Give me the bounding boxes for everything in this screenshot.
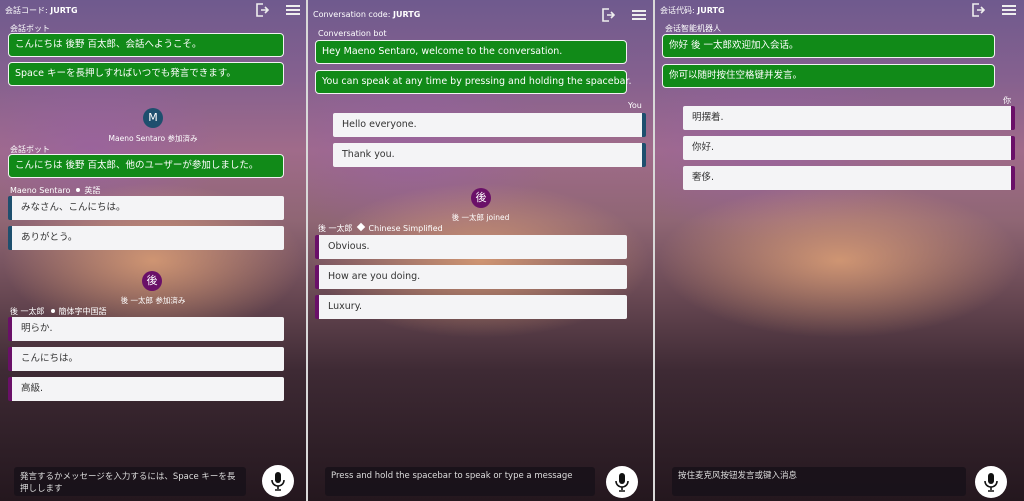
list-item: 高級.: [8, 377, 284, 401]
conversation-code: 会話コード: JURTG: [5, 6, 78, 15]
avatar: 後: [471, 188, 491, 208]
exit-icon[interactable]: [601, 8, 615, 22]
exit-icon[interactable]: [971, 3, 985, 17]
list-item: Thank you.: [333, 143, 646, 167]
message-input[interactable]: 按住麦克风按钮发言或键入消息: [672, 467, 966, 496]
list-item: How are you doing.: [315, 265, 627, 289]
bot-message: Hey Maeno Sentaro, welcome to the conver…: [315, 40, 627, 64]
title-bar: 会話コード: JURTG: [0, 0, 306, 22]
list-item: Hello everyone.: [333, 113, 646, 137]
message-input[interactable]: 発言するかメッセージを入力するには、Space キーを長押しします: [14, 467, 246, 496]
microphone-button[interactable]: [975, 466, 1007, 498]
avatar: M: [143, 108, 163, 128]
you-label: You: [628, 101, 642, 110]
bot-message: 你可以随时按住空格键并发言。: [662, 64, 995, 88]
list-item: 明らか.: [8, 317, 284, 341]
title-bar: Conversation code: JURTG: [308, 0, 653, 22]
list-item: ありがとう。: [8, 226, 284, 250]
joined-notice: 後 一太郎 joined: [451, 213, 510, 222]
conversation-panel-chinese: 会话代码: JURTG 会话智能机器人 你好 後 一太郎欢迎加入会话。 你可以随…: [655, 0, 1024, 501]
avatar: 後: [142, 271, 162, 291]
bot-name: Conversation bot: [318, 29, 387, 38]
sender-label: Maeno Sentaro 英語: [10, 186, 101, 195]
hamburger-menu-icon[interactable]: [1002, 5, 1016, 16]
bot-message: こんにちは 後野 百太郎、会話へようこそ。: [8, 33, 284, 57]
list-item: 明摆着.: [683, 106, 1015, 130]
microphone-button[interactable]: [606, 466, 638, 498]
sender-label: 後 一太郎 簡体字中国語: [10, 307, 107, 316]
message-input[interactable]: Press and hold the spacebar to speak or …: [325, 467, 595, 496]
bot-name: 会话智能机器人: [665, 24, 721, 33]
conversation-panel-english: Conversation code: JURTG Conversation bo…: [308, 0, 653, 501]
hamburger-menu-icon[interactable]: [632, 10, 646, 21]
list-item: 你好.: [683, 136, 1015, 160]
joined-notice: Maeno Sentaro 参加済み: [108, 134, 198, 143]
microphone-icon: [271, 472, 285, 491]
bot-message: Space キーを長押しすればいつでも発言できます。: [8, 62, 284, 86]
list-item: 奢侈.: [683, 166, 1015, 190]
bot-message: 你好 後 一太郎欢迎加入会话。: [662, 34, 995, 58]
sender-label: 後 一太郎 Chinese Simplified: [318, 222, 443, 233]
bot-message: You can speak at any time by pressing an…: [315, 70, 632, 94]
exit-icon[interactable]: [255, 3, 269, 17]
microphone-icon: [984, 473, 998, 492]
list-item: こんにちは。: [8, 347, 284, 371]
microphone-icon: [615, 473, 629, 492]
bot-message: こんにちは 後野 百太郎、他のユーザーが参加しました。: [8, 154, 284, 178]
list-item: Luxury.: [315, 295, 627, 319]
list-item: みなさん、こんにちは。: [8, 196, 284, 220]
microphone-button[interactable]: [262, 465, 294, 497]
hamburger-menu-icon[interactable]: [286, 5, 300, 16]
conversation-code: Conversation code: JURTG: [313, 10, 421, 19]
joined-notice: 後 一太郎 参加済み: [120, 296, 186, 305]
title-bar: 会话代码: JURTG: [655, 0, 1024, 22]
conversation-code: 会话代码: JURTG: [660, 6, 725, 15]
you-label: 你: [1003, 96, 1011, 105]
list-item: Obvious.: [315, 235, 627, 259]
conversation-panel-japanese: 会話コード: JURTG 会話ボット こんにちは 後野 百太郎、会話へようこそ。…: [0, 0, 306, 501]
